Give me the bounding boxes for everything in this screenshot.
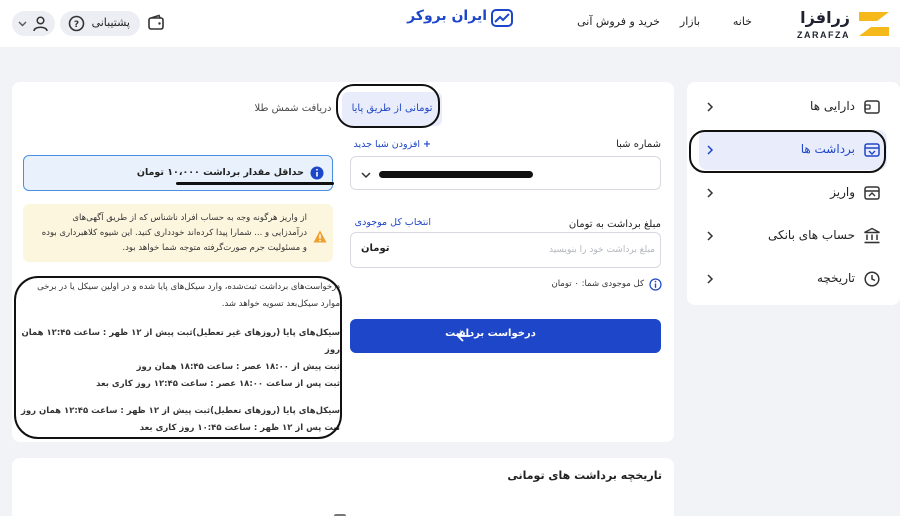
sidebar-item-label: برداشت ها	[800, 142, 855, 156]
history-icon	[864, 271, 880, 287]
sidebar-item-label: حساب های بانکی	[767, 228, 855, 242]
zarafza-logo[interactable]: زرافزا ZARAFZA	[797, 8, 892, 42]
support-question-icon: ?	[68, 15, 85, 32]
add-sheba-link[interactable]: + افزودن شبا جدید	[354, 139, 431, 150]
withdraw-history-card: تاریخچه برداشت های تومانی	[12, 458, 674, 516]
arrow-left-icon	[457, 330, 470, 342]
withdraw-history-title: تاریخچه برداشت های تومانی	[507, 469, 662, 482]
add-sheba-label: افزودن شبا جدید	[353, 139, 420, 150]
nav-market[interactable]: بازار	[680, 15, 700, 28]
sheba-label: شماره شبا	[616, 139, 661, 150]
select-all-balance-link[interactable]: انتخاب کل موجودی	[355, 217, 431, 228]
zarafza-logo-mark-icon	[859, 12, 889, 36]
weekday-cycle-line: ثبت پس از ساعت ۱۸:۰۰ عصر : ساعت ۱۲:۴۵ رو…	[96, 379, 340, 389]
sidebar: دارایی ها برداشت ها واریز حساب های بانکی…	[687, 82, 900, 305]
support-button[interactable]: پشتیبانی ?	[60, 11, 140, 36]
logo-name-en: ZARAFZA	[797, 30, 850, 40]
chevron-left-icon	[707, 145, 714, 155]
amount-label: مبلغ برداشت به تومان	[568, 219, 661, 230]
plus-icon: +	[423, 139, 431, 150]
sidebar-item-bank-accounts[interactable]: حساب های بانکی	[699, 216, 887, 256]
trend-chart-icon	[491, 9, 513, 27]
amount-unit: تومان	[361, 243, 390, 254]
sidebar-item-label: دارایی ها	[810, 99, 855, 113]
chevron-down-icon	[361, 172, 371, 179]
min-withdraw-text: حداقل مقدار برداشت ۱۰،۰۰۰ تومان	[136, 167, 304, 178]
assets-icon	[864, 100, 880, 114]
fraud-warning-text: از واریز هرگونه وجه به حساب افراد ناشناس…	[41, 213, 307, 253]
info-icon	[649, 278, 662, 291]
nav-instant-trade[interactable]: خرید و فروش آنی	[577, 15, 660, 28]
warning-triangle-icon	[313, 230, 327, 243]
logo-name-fa: زرافزا	[800, 8, 850, 27]
tab-gold-bar[interactable]: دریافت شمش طلا	[248, 92, 338, 126]
sidebar-item-label: تاریخچه	[816, 271, 855, 285]
notes-intro: درخواست‌های برداشت ثبت‌شده، وارد سیکل‌ها…	[37, 282, 340, 309]
svg-text:?: ?	[74, 20, 79, 30]
nav-home[interactable]: خانه	[733, 15, 752, 28]
balance-info: کل موجودی شما: ۰ تومان	[532, 278, 662, 292]
holiday-cycle-line: ثبت پس از ۱۲ ظهر : ساعت ۱۰:۴۵ روز کاری ب…	[139, 423, 340, 433]
sidebar-item-assets[interactable]: دارایی ها	[699, 87, 887, 127]
min-withdraw-alert: حداقل مقدار برداشت ۱۰،۰۰۰ تومان	[23, 155, 334, 191]
top-header: زرافزا ZARAFZA خانه بازار خرید و فروش آن…	[0, 0, 900, 47]
chevron-left-icon	[707, 274, 714, 284]
iran-broker-brand[interactable]: ایران بروکر	[398, 6, 513, 30]
sidebar-item-deposit[interactable]: واریز	[699, 173, 887, 213]
annotation-underline	[176, 182, 334, 185]
weekday-cycle-line: ثبت پیش از ۱۸:۰۰ عصر : ساعت ۱۸:۴۵ همان ر…	[136, 362, 340, 372]
paya-cycle-notes: درخواست‌های برداشت ثبت‌شده، وارد سیکل‌ها…	[18, 279, 340, 437]
withdraw-icon	[864, 143, 880, 157]
wallet-icon[interactable]	[147, 14, 165, 32]
bank-icon	[864, 227, 880, 244]
chevron-left-icon	[707, 188, 714, 198]
chevron-left-icon	[707, 102, 714, 112]
amount-field[interactable]: تومان	[350, 232, 661, 268]
weekday-cycle-title: سیکل‌های پایا (روزهای غیر تعطیل)ثبت پیش …	[21, 328, 340, 355]
balance-text: کل موجودی شما: ۰ تومان	[551, 279, 644, 289]
redacted-sheba-value	[379, 171, 533, 178]
fraud-warning: از واریز هرگونه وجه به حساب افراد ناشناس…	[23, 204, 333, 262]
user-menu-button[interactable]	[12, 11, 55, 36]
user-icon	[33, 16, 48, 32]
sidebar-item-history[interactable]: تاریخچه	[699, 259, 887, 299]
sidebar-item-label: واریز	[830, 185, 855, 199]
info-icon	[310, 166, 324, 180]
tab-toman-paya[interactable]: تومانی از طریق پایا	[342, 92, 442, 126]
amount-input[interactable]	[397, 233, 655, 267]
chevron-down-icon	[18, 21, 27, 27]
holiday-cycle-title: سیکل‌های پایا (روزهای تعطیل)ثبت پیش از ۱…	[20, 406, 340, 416]
withdraw-request-button[interactable]: درخواست برداشت	[350, 319, 661, 353]
sheba-select[interactable]	[350, 156, 661, 190]
withdraw-request-label: درخواست برداشت	[445, 328, 536, 339]
brand-name: ایران بروکر	[407, 8, 487, 24]
support-label: پشتیبانی	[91, 16, 130, 29]
withdraw-card: تومانی از طریق پایا دریافت شمش طلا شماره…	[12, 82, 674, 442]
sidebar-item-withdrawals[interactable]: برداشت ها	[699, 130, 887, 170]
chevron-left-icon	[707, 231, 714, 241]
deposit-icon	[864, 186, 880, 200]
